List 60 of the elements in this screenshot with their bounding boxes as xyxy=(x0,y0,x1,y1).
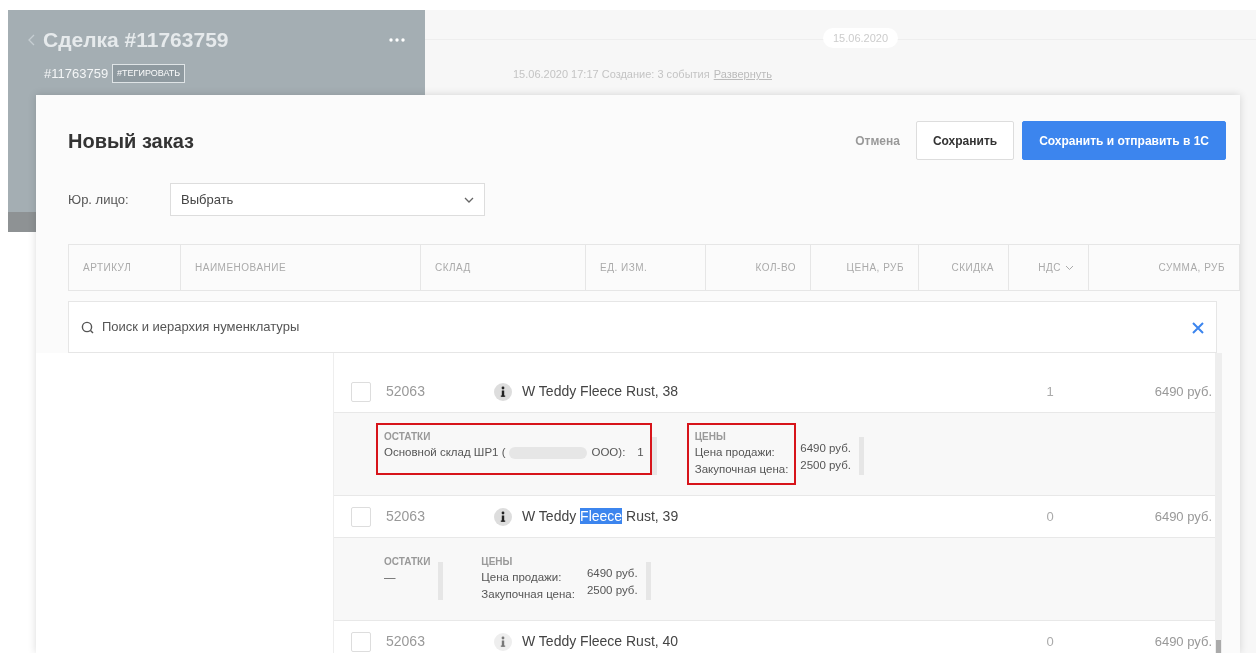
deal-title: Сделка #11763759 xyxy=(43,27,229,53)
search-field[interactable]: Поиск и иерархия нуменклатуры xyxy=(68,301,1217,353)
field-label: Юр. лицо: xyxy=(68,190,130,209)
price-value: 6490 руб. xyxy=(586,566,638,581)
article-code: 52063 xyxy=(386,382,426,401)
more-icon[interactable] xyxy=(389,37,405,42)
scrollbar[interactable] xyxy=(1215,353,1222,653)
search-field[interactable]: Поиск и иерархия нуменклатуры xyxy=(100,316,1186,338)
tag-button[interactable]: #ТЕГИРОВАТЬ xyxy=(112,63,186,83)
stock-quantity: 1 xyxy=(637,445,644,460)
stock-text: Основной склад ШР1 ( xyxy=(384,445,506,460)
price: 6490 руб. xyxy=(1153,632,1213,651)
column-header[interactable]: СКЛАД xyxy=(421,245,586,290)
save-and-send-button[interactable]: Сохранить и отправить в 1С xyxy=(1022,121,1226,160)
column-header[interactable]: СКИДКА xyxy=(919,245,1009,290)
checkbox[interactable] xyxy=(351,631,371,652)
product-name[interactable]: W Teddy Fleece Rust, 38 xyxy=(514,381,1015,402)
cancel-button[interactable]: Отмена xyxy=(847,125,908,156)
stock-text: — xyxy=(384,570,396,585)
checkbox[interactable] xyxy=(351,381,371,402)
column-header[interactable]: ЕД. ИЗМ. xyxy=(586,245,706,290)
column-header[interactable]: ЦЕНА, РУБ xyxy=(811,245,919,290)
stock-text: ООО): xyxy=(591,445,626,460)
info-icon[interactable] xyxy=(494,382,512,401)
dialog-title: Новый заказ xyxy=(68,128,194,154)
article-code: 52063 xyxy=(386,632,426,651)
section-label: ОСТАТКИ xyxy=(384,430,432,444)
column-header[interactable]: СУММА, РУБ xyxy=(1089,245,1239,290)
price-label: Закупочная цена: xyxy=(481,587,575,603)
save-button[interactable]: Сохранить xyxy=(915,121,1015,160)
search-icon xyxy=(81,320,94,334)
section-label: ЦЕНЫ xyxy=(694,430,727,444)
column-header[interactable]: КОЛ-ВО xyxy=(706,245,811,290)
column-header[interactable]: НДС xyxy=(1009,245,1089,290)
price-label: Закупочная цена: xyxy=(694,462,789,478)
section-label: ОСТАТКИ xyxy=(384,555,431,569)
price-value: 2500 руб. xyxy=(800,458,852,474)
product-name[interactable]: W Teddy Fleece Rust, 39 xyxy=(514,506,1015,527)
quantity: 0 xyxy=(1045,507,1055,526)
close-icon xyxy=(1192,321,1204,334)
chevron-icon xyxy=(464,196,474,203)
section-label: ЦЕНЫ xyxy=(481,555,514,569)
price-label: Цена продажи: xyxy=(694,445,776,460)
column-header[interactable]: АРТИКУЛ xyxy=(69,245,181,290)
expand-link[interactable]: Развернуть xyxy=(713,66,772,83)
legal-entity-select[interactable]: Выбрать xyxy=(170,183,485,216)
checkbox[interactable] xyxy=(351,506,371,527)
article-code: 52063 xyxy=(386,507,426,526)
price-value: 2500 руб. xyxy=(586,583,638,599)
quantity: 0 xyxy=(1045,632,1055,651)
back-icon[interactable] xyxy=(28,33,35,46)
product-name[interactable]: W Teddy Fleece Rust, 40 xyxy=(514,631,1015,652)
price: 6490 руб. xyxy=(1153,382,1213,401)
info-icon[interactable] xyxy=(494,507,512,526)
price: 6490 руб. xyxy=(1153,507,1213,526)
quantity: 1 xyxy=(1045,382,1055,401)
price-value: 6490 руб. xyxy=(800,441,852,456)
deal-id: #11763759 xyxy=(44,64,109,83)
column-header[interactable]: НАИМЕНОВАНИЕ xyxy=(181,245,421,290)
price-label: Цена продажи: xyxy=(481,570,563,585)
